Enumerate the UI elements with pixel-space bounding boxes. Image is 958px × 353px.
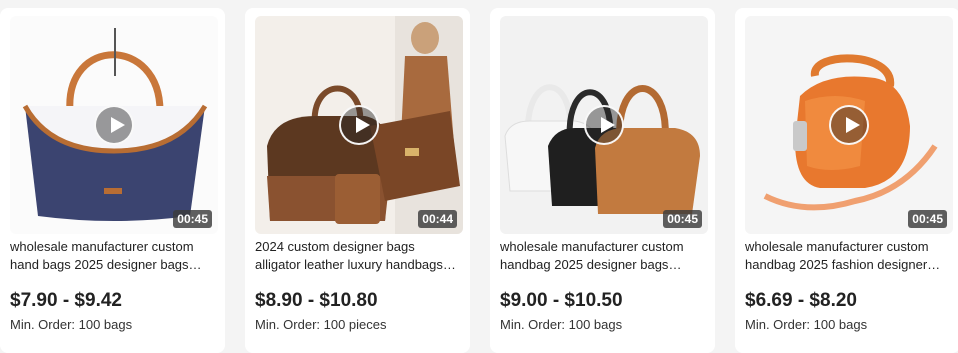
play-icon[interactable] <box>584 105 624 145</box>
product-video-thumbnail[interactable]: 00:45 <box>745 16 953 234</box>
video-duration: 00:45 <box>173 210 212 228</box>
product-title[interactable]: 2024 custom designer bags alligator leat… <box>255 238 460 274</box>
product-card[interactable]: 00:45 wholesale manufacturer custom hand… <box>0 8 225 353</box>
price-range: $6.69 - $8.20 <box>745 290 857 311</box>
min-order: Min. Order: 100 bags <box>745 317 868 332</box>
video-duration: 00:45 <box>908 210 947 228</box>
min-order: Min. Order: 100 pieces <box>255 317 387 332</box>
play-icon[interactable] <box>829 105 869 145</box>
video-duration: 00:44 <box>418 210 457 228</box>
product-video-thumbnail[interactable]: 00:45 <box>500 16 708 234</box>
product-video-thumbnail[interactable]: 00:45 <box>10 16 218 234</box>
play-icon[interactable] <box>94 105 134 145</box>
product-card[interactable]: 00:44 2024 custom designer bags alligato… <box>245 8 470 353</box>
min-order: Min. Order: 100 bags <box>10 317 133 332</box>
min-order: Min. Order: 100 bags <box>500 317 623 332</box>
product-video-thumbnail[interactable]: 00:44 <box>255 16 463 234</box>
price-range: $8.90 - $10.80 <box>255 290 378 311</box>
price-range: $7.90 - $9.42 <box>10 290 122 311</box>
video-duration: 00:45 <box>663 210 702 228</box>
product-title[interactable]: wholesale manufacturer custom handbag 20… <box>500 238 705 274</box>
product-title[interactable]: wholesale manufacturer custom hand bags … <box>10 238 215 274</box>
product-title[interactable]: wholesale manufacturer custom handbag 20… <box>745 238 950 274</box>
price-range: $9.00 - $10.50 <box>500 290 623 311</box>
product-card[interactable]: 00:45 wholesale manufacturer custom hand… <box>735 8 958 353</box>
product-card[interactable]: 00:45 wholesale manufacturer custom hand… <box>490 8 715 353</box>
play-icon[interactable] <box>339 105 379 145</box>
